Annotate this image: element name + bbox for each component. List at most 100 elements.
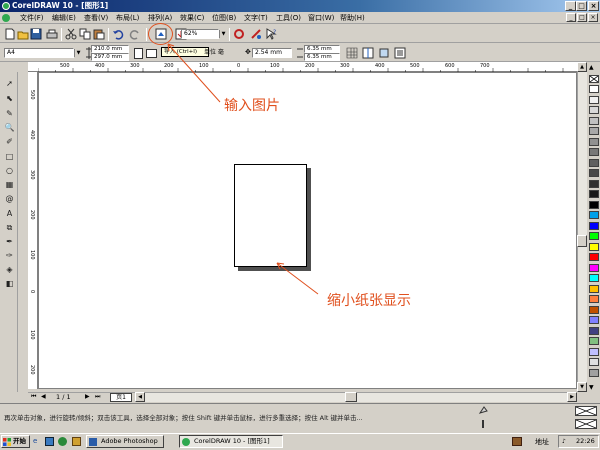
close-button[interactable]: × [588, 1, 599, 11]
fill-indicator-icon[interactable] [478, 405, 488, 415]
volume-icon[interactable]: ♪ [562, 438, 566, 445]
menu-layout[interactable]: 布局(L) [116, 12, 139, 24]
menu-bitmaps[interactable]: 位图(B) [212, 12, 236, 24]
outline-indicator-icon[interactable] [478, 419, 488, 429]
color-swatch[interactable] [589, 305, 599, 314]
palette-scroll-down-icon[interactable]: ▼ [589, 384, 594, 391]
outlook-quicklaunch-icon[interactable] [58, 437, 67, 446]
menu-view[interactable]: 查看(V) [84, 12, 108, 24]
whats-this-icon[interactable]: ? [265, 28, 277, 40]
page-size-dropdown-icon[interactable]: ▼ [74, 49, 82, 57]
color-swatch[interactable] [589, 347, 599, 356]
scroll-right-icon[interactable]: ▶ [567, 392, 577, 402]
text-tool-icon[interactable]: A [3, 208, 16, 220]
page-height-field[interactable]: 297.0 mm [91, 53, 129, 61]
vertical-scrollbar[interactable] [577, 62, 587, 392]
scroll-left-icon[interactable]: ◀ [135, 392, 145, 402]
color-swatch[interactable] [589, 211, 599, 219]
scroll-up-icon[interactable]: ▲ [577, 62, 587, 72]
color-swatch[interactable] [589, 368, 599, 377]
color-swatch[interactable] [589, 295, 599, 303]
snap-to-objects-icon[interactable] [378, 47, 390, 59]
undo-icon[interactable] [112, 28, 124, 40]
doc-close-button[interactable]: × [588, 13, 598, 22]
paste-icon[interactable] [93, 28, 105, 40]
maximize-button[interactable]: □ [576, 1, 587, 11]
page-tab[interactable]: 页1 [110, 393, 132, 402]
vertical-scroll-thumb[interactable] [577, 235, 587, 247]
outline-swatch-indicator[interactable] [575, 419, 597, 429]
ie-quicklaunch-icon[interactable]: e [33, 437, 37, 445]
menu-text[interactable]: 文字(T) [244, 12, 268, 24]
pick-tool-icon[interactable]: ➚ [3, 78, 16, 90]
color-swatch[interactable] [589, 137, 599, 146]
color-swatch[interactable] [589, 274, 599, 282]
desktop-quicklaunch-icon[interactable] [45, 437, 54, 446]
doc-maximize-button[interactable]: □ [577, 13, 587, 22]
color-swatch[interactable] [589, 326, 599, 335]
coreldraw-app-icon[interactable] [2, 2, 10, 10]
media-quicklaunch-icon[interactable] [72, 437, 81, 446]
color-swatch[interactable] [589, 190, 599, 198]
color-swatch[interactable] [589, 95, 599, 104]
portrait-button[interactable] [134, 48, 143, 59]
interactive-fill-tool-icon[interactable]: ◧ [3, 278, 16, 290]
color-swatch[interactable] [589, 232, 599, 240]
color-swatch[interactable] [589, 316, 599, 324]
polygon-tool-icon[interactable]: ▦ [3, 179, 16, 191]
cut-icon[interactable] [65, 28, 77, 40]
color-swatch[interactable] [589, 263, 599, 272]
color-swatch[interactable] [589, 179, 599, 188]
color-swatch[interactable] [589, 221, 599, 230]
snap-to-guidelines-icon[interactable] [362, 47, 374, 59]
color-swatch[interactable] [589, 85, 599, 93]
color-swatch[interactable] [589, 284, 599, 293]
color-swatch[interactable] [589, 106, 599, 114]
copy-icon[interactable] [79, 28, 91, 40]
new-icon[interactable] [4, 28, 16, 40]
menu-file[interactable]: 文件(F) [20, 12, 44, 24]
open-icon[interactable] [17, 28, 29, 40]
palette-scroll-up-icon[interactable]: ▲ [589, 64, 594, 71]
fill-tool-icon[interactable]: ◈ [3, 264, 16, 276]
next-page-icon[interactable]: ▶ [85, 393, 90, 400]
menu-tools[interactable]: 工具(O) [276, 12, 301, 24]
outline-tool-icon[interactable]: ✑ [3, 250, 16, 262]
color-swatch[interactable] [589, 337, 599, 345]
knife-tool-icon[interactable]: ✎ [3, 108, 16, 120]
tray-app-icon[interactable] [512, 437, 522, 446]
ellipse-tool-icon[interactable]: ○ [3, 165, 16, 177]
doc-icon[interactable] [2, 14, 10, 22]
interactive-blend-tool-icon[interactable]: ⧉ [3, 222, 16, 234]
eyedropper-tool-icon[interactable]: ✒ [3, 236, 16, 248]
color-swatch[interactable] [589, 253, 599, 261]
page-width-field[interactable]: 210.0 mm [91, 45, 129, 53]
menu-effects[interactable]: 效果(C) [180, 12, 204, 24]
last-page-icon[interactable]: ⏭ [95, 393, 100, 401]
color-swatch[interactable] [589, 158, 599, 167]
prev-page-icon[interactable]: ◀ [41, 393, 46, 400]
color-swatch[interactable] [589, 116, 599, 125]
color-swatch[interactable] [589, 127, 599, 135]
horizontal-scroll-thumb[interactable] [345, 392, 357, 402]
shape-tool-icon[interactable]: ⬉ [3, 93, 16, 105]
color-swatch[interactable] [589, 169, 599, 177]
no-fill-swatch[interactable] [589, 75, 599, 83]
redo-icon[interactable] [129, 28, 141, 40]
color-swatch[interactable] [589, 148, 599, 156]
taskbar-coreldraw[interactable]: CorelDRAW 10 - [图形1] [179, 435, 283, 448]
color-swatch[interactable] [589, 358, 599, 366]
save-icon[interactable] [30, 28, 42, 40]
rectangle-tool-icon[interactable]: □ [3, 151, 16, 163]
first-page-icon[interactable]: ⏮ [31, 393, 36, 401]
fill-swatch-indicator[interactable] [575, 406, 597, 416]
landscape-button[interactable] [146, 49, 157, 58]
spiral-tool-icon[interactable]: @ [3, 193, 16, 205]
print-icon[interactable] [46, 28, 58, 40]
address-label[interactable]: 地址 [535, 437, 549, 447]
doc-minimize-button[interactable]: _ [566, 13, 576, 22]
options-icon[interactable] [394, 47, 406, 59]
menu-edit[interactable]: 编辑(E) [52, 12, 76, 24]
color-swatch[interactable] [589, 242, 599, 251]
taskbar-photoshop[interactable]: Adobe Photoshop [86, 435, 164, 448]
